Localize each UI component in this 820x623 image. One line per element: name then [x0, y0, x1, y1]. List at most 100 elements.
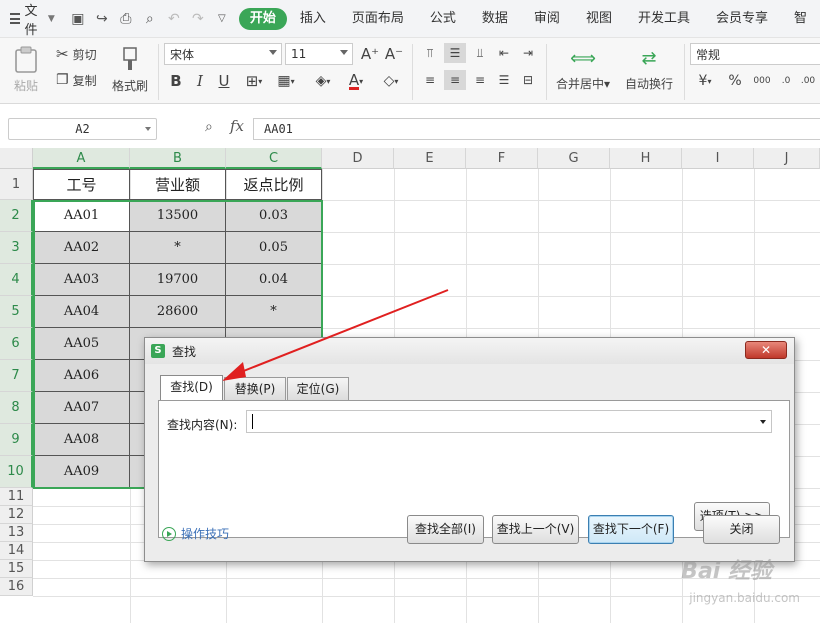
italic-icon[interactable]: I	[190, 70, 210, 92]
row-header-6[interactable]: 6	[0, 328, 33, 360]
tab-goto[interactable]: 定位(G)	[287, 377, 349, 400]
tab-view[interactable]: 视图	[573, 8, 625, 30]
data-cell[interactable]: *	[130, 232, 226, 264]
justify-icon[interactable]: ☰	[494, 70, 514, 90]
font-color-icon[interactable]: A ▾	[342, 70, 370, 92]
print-icon[interactable]: ⎙	[117, 10, 135, 28]
undo-icon[interactable]: ↶	[165, 10, 183, 28]
column-header-c[interactable]: C	[226, 148, 322, 169]
font-name-select[interactable]: 宋体	[164, 43, 282, 65]
increase-font-icon[interactable]: A⁺	[360, 43, 380, 65]
row-header-9[interactable]: 9	[0, 424, 33, 456]
find-previous-button[interactable]: 查找上一个(V)	[492, 515, 579, 544]
row-header-13[interactable]: 13	[0, 524, 33, 542]
bold-icon[interactable]: B	[166, 70, 186, 92]
function-icon[interactable]: fx	[230, 117, 244, 135]
header-cell-1[interactable]: 工号	[33, 169, 130, 200]
copy-button[interactable]: ❐ 复制	[56, 69, 97, 91]
distribute-icon[interactable]: ⊟	[518, 70, 538, 90]
data-cell[interactable]: *	[226, 296, 322, 328]
decrease-decimal-icon[interactable]: .00	[798, 70, 818, 92]
data-cell[interactable]: AA06	[33, 360, 130, 392]
close-button[interactable]: 关闭	[703, 515, 780, 544]
tab-member[interactable]: 会员专享	[703, 8, 781, 30]
file-menu[interactable]: 文件 ▼	[10, 0, 55, 38]
zoom-search-icon[interactable]: ⌕	[205, 119, 213, 135]
row-header-14[interactable]: 14	[0, 542, 33, 560]
tab-smart[interactable]: 智	[781, 8, 820, 30]
find-content-input[interactable]	[246, 410, 772, 433]
fill-style-icon[interactable]: ▦ ▾	[272, 70, 300, 92]
fill-color-icon[interactable]: ◈ ▾	[308, 70, 338, 92]
name-box[interactable]: A2	[8, 118, 157, 140]
data-cell[interactable]: AA07	[33, 392, 130, 424]
data-cell[interactable]: 0.04	[226, 264, 322, 296]
percent-icon[interactable]: %	[724, 70, 746, 92]
row-header-15[interactable]: 15	[0, 560, 33, 578]
underline-icon[interactable]: U	[214, 70, 234, 92]
wrap-text-button[interactable]: ⇄ 自动换行	[620, 42, 678, 98]
select-all-corner[interactable]	[0, 148, 33, 169]
dialog-title-bar[interactable]: S 查找 ✕	[145, 338, 794, 364]
row-header-10[interactable]: 10	[0, 456, 33, 488]
tab-page-layout[interactable]: 页面布局	[339, 8, 417, 30]
borders-icon[interactable]: ⊞ ▾	[240, 70, 268, 92]
tab-insert[interactable]: 插入	[287, 8, 339, 30]
data-cell[interactable]: 28600	[130, 296, 226, 328]
format-painter-button[interactable]: 格式刷	[108, 42, 152, 98]
header-cell-3[interactable]: 返点比例	[226, 169, 322, 200]
decrease-font-icon[interactable]: A⁻	[384, 43, 404, 65]
column-header-f[interactable]: F	[466, 148, 538, 169]
row-header-5[interactable]: 5	[0, 296, 33, 328]
data-cell[interactable]: 0.05	[226, 232, 322, 264]
clear-format-icon[interactable]: ◇ ▾	[376, 70, 406, 92]
data-cell[interactable]: 13500	[130, 200, 226, 232]
column-header-b[interactable]: B	[130, 148, 226, 169]
header-cell-2[interactable]: 营业额	[130, 169, 226, 200]
data-cell[interactable]: AA05	[33, 328, 130, 360]
column-header-a[interactable]: A	[33, 148, 130, 169]
row-header-16[interactable]: 16	[0, 578, 33, 596]
data-cell[interactable]: AA02	[33, 232, 130, 264]
data-cell[interactable]: 0.03	[226, 200, 322, 232]
customize-dropdown-icon[interactable]: ▽	[213, 10, 231, 28]
tab-developer[interactable]: 开发工具	[625, 8, 703, 30]
redo-icon[interactable]: ↷	[189, 10, 207, 28]
column-header-d[interactable]: D	[322, 148, 394, 169]
dialog-close-icon[interactable]: ✕	[745, 341, 787, 359]
paste-button[interactable]: 粘贴	[8, 42, 44, 98]
align-right-icon[interactable]: ≡	[470, 70, 490, 90]
find-all-button[interactable]: 查找全部(I)	[407, 515, 484, 544]
increase-indent-icon[interactable]: ⇥	[518, 43, 538, 63]
active-cell[interactable]: AA01	[33, 200, 130, 232]
tab-replace[interactable]: 替换(P)	[224, 377, 286, 400]
row-header-12[interactable]: 12	[0, 506, 33, 524]
tab-find[interactable]: 查找(D)	[160, 375, 223, 400]
operation-tips-link[interactable]: 操作技巧	[162, 525, 229, 542]
data-cell[interactable]: AA09	[33, 456, 130, 488]
increase-decimal-icon[interactable]: .0	[776, 70, 796, 92]
column-header-i[interactable]: I	[682, 148, 754, 169]
data-cell[interactable]: 19700	[130, 264, 226, 296]
find-next-button[interactable]: 查找下一个(F)	[588, 515, 674, 544]
align-left-icon[interactable]: ≡	[420, 70, 440, 90]
font-size-select[interactable]: 11	[285, 43, 353, 65]
currency-icon[interactable]: ¥ ▾	[692, 70, 718, 92]
align-bottom-icon[interactable]: ⫫	[470, 43, 490, 63]
align-top-icon[interactable]: ⫪	[420, 43, 440, 63]
data-cell[interactable]: AA04	[33, 296, 130, 328]
data-cell[interactable]: AA08	[33, 424, 130, 456]
column-header-g[interactable]: G	[538, 148, 610, 169]
row-header-7[interactable]: 7	[0, 360, 33, 392]
data-cell[interactable]: AA03	[33, 264, 130, 296]
row-header-1[interactable]: 1	[0, 169, 33, 200]
export-icon[interactable]: ↪	[93, 10, 111, 28]
tab-home[interactable]: 开始	[238, 7, 287, 30]
row-header-2[interactable]: 2	[0, 200, 33, 232]
row-header-11[interactable]: 11	[0, 488, 33, 506]
row-header-8[interactable]: 8	[0, 392, 33, 424]
tab-formulas[interactable]: 公式	[417, 8, 469, 30]
save-icon[interactable]: ▣	[69, 10, 87, 28]
row-header-4[interactable]: 4	[0, 264, 33, 296]
thousands-icon[interactable]: 000	[750, 70, 774, 92]
